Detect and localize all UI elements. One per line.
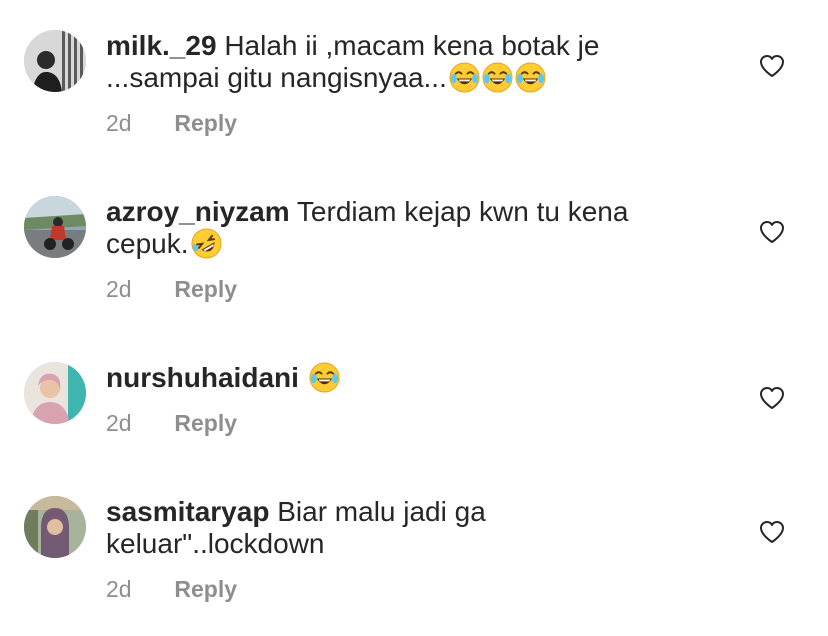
like-heart-icon[interactable]	[759, 54, 785, 78]
reply-button[interactable]: Reply	[174, 410, 237, 436]
comment-meta: 2d Reply	[106, 576, 237, 602]
comment-username[interactable]: milk._29	[106, 30, 217, 61]
face-with-tears-of-joy-icon	[482, 62, 513, 93]
avatar[interactable]	[24, 30, 86, 92]
comment-meta: 2d Reply	[106, 110, 237, 136]
face-with-tears-of-joy-icon	[515, 62, 546, 93]
avatar[interactable]	[24, 362, 86, 424]
like-heart-icon[interactable]	[759, 520, 785, 544]
comment-timestamp: 2d	[106, 410, 132, 436]
comment-item: sasmitaryap Biar malu jadi ga keluar"..l…	[0, 496, 828, 636]
comment-text: nurshuhaidani	[106, 362, 666, 394]
comment-username[interactable]: azroy_niyzam	[106, 196, 290, 227]
comment-username[interactable]: nurshuhaidani	[106, 362, 299, 393]
comment-item: azroy_niyzam Terdiam kejap kwn tu kena c…	[0, 196, 828, 336]
rolling-on-floor-laughing-icon	[191, 228, 222, 259]
reply-button[interactable]: Reply	[174, 110, 237, 136]
comment-meta: 2d Reply	[106, 410, 237, 436]
comment-text: azroy_niyzam Terdiam kejap kwn tu kena c…	[106, 196, 666, 260]
comment-timestamp: 2d	[106, 276, 132, 302]
comment-meta: 2d Reply	[106, 276, 237, 302]
comment-text: milk._29 Halah ii ,macam kena botak je .…	[106, 30, 666, 94]
comment-item: nurshuhaidani 2d Reply	[0, 362, 828, 502]
comment-username[interactable]: sasmitaryap	[106, 496, 269, 527]
comment-timestamp: 2d	[106, 576, 132, 602]
avatar[interactable]	[24, 496, 86, 558]
reply-button[interactable]: Reply	[174, 576, 237, 602]
like-heart-icon[interactable]	[759, 220, 785, 244]
face-with-tears-of-joy-icon	[449, 62, 480, 93]
face-with-tears-of-joy-icon	[309, 362, 340, 393]
reply-button[interactable]: Reply	[174, 276, 237, 302]
comment-text: sasmitaryap Biar malu jadi ga keluar"..l…	[106, 496, 666, 560]
avatar[interactable]	[24, 196, 86, 258]
like-heart-icon[interactable]	[759, 386, 785, 410]
comment-timestamp: 2d	[106, 110, 132, 136]
comment-item: milk._29 Halah ii ,macam kena botak je .…	[0, 30, 828, 170]
